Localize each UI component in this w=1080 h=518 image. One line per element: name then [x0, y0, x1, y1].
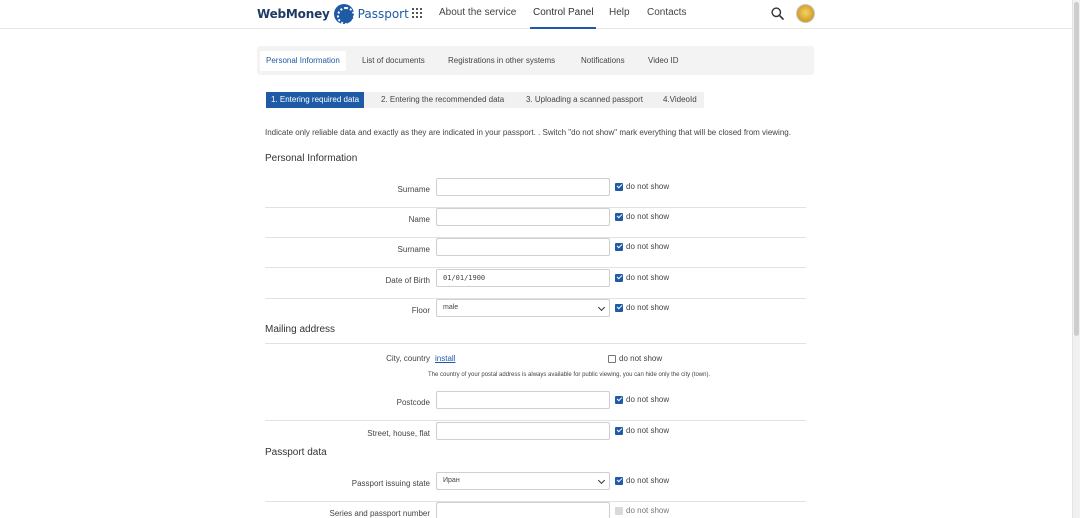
checkbox-unchecked-icon[interactable] [608, 354, 616, 363]
floor-select[interactable]: male [436, 299, 610, 317]
do-not-show-label: do not show [626, 242, 670, 251]
do-not-show-label: do not show [626, 506, 670, 515]
webmoney-logo[interactable]: WebMoney Passport [257, 3, 409, 25]
do-not-show-label: do not show [626, 426, 670, 435]
section-mailing-address: Mailing address [265, 324, 336, 335]
form-row-passport-issuing-state: Passport issuing state Иран do not show [265, 472, 806, 502]
form-row-surname-2: Surname do not show [265, 238, 806, 268]
step-videoid[interactable]: 4.VideoId [663, 92, 697, 108]
section-passport-data: Passport data [265, 447, 327, 458]
form-row-surname: Surname do not show [265, 178, 806, 208]
checkbox-checked-icon[interactable] [615, 395, 623, 404]
tab-list-of-documents[interactable]: List of documents [362, 51, 425, 71]
install-link[interactable]: install [435, 354, 455, 363]
date-of-birth-do-not-show[interactable]: do not show [615, 273, 669, 282]
city-do-not-show[interactable]: do not show [608, 354, 662, 363]
checkbox-checked-icon[interactable] [615, 476, 623, 485]
nav-about[interactable]: About the service [439, 7, 516, 18]
tab-notifications[interactable]: Notifications [581, 51, 625, 71]
step-required-data[interactable]: 1. Entering required data [266, 92, 365, 108]
top-navigation: WebMoney Passport About the service Cont… [0, 0, 1072, 29]
checkbox-checked-icon[interactable] [615, 273, 623, 282]
form-row-postcode: Postcode do not show [265, 391, 806, 421]
do-not-show-label: do not show [626, 476, 670, 485]
date-of-birth-input[interactable]: 01/01/1900 [436, 269, 610, 287]
do-not-show-label: do not show [619, 354, 663, 363]
issuing-state-do-not-show[interactable]: do not show [615, 476, 669, 485]
series-do-not-show[interactable]: do not show [615, 506, 669, 515]
checkbox-checked-icon[interactable] [615, 212, 623, 221]
form-row-name: Name do not show [265, 208, 806, 238]
form-row-floor: Floor male do not show [265, 299, 806, 329]
form-row-street: Street, house, flat do not show [265, 422, 806, 452]
step-progress: 1. Entering required data 2. Entering th… [266, 92, 704, 108]
date-of-birth-label: Date of Birth [385, 276, 430, 285]
postcode-input[interactable] [436, 391, 610, 409]
street-input[interactable] [436, 422, 610, 440]
checkbox-checked-icon[interactable] [615, 426, 623, 435]
globe-icon [333, 4, 354, 24]
street-do-not-show[interactable]: do not show [615, 426, 669, 435]
name-input[interactable] [436, 208, 610, 226]
do-not-show-label: do not show [626, 212, 670, 221]
tab-registrations[interactable]: Registrations in other systems [448, 51, 555, 71]
surname-do-not-show[interactable]: do not show [615, 182, 669, 191]
surname-label: Surname [397, 185, 430, 194]
checkbox-checked-icon[interactable] [615, 182, 623, 191]
section-personal-information: Personal Information [265, 153, 358, 164]
step-recommended-data[interactable]: 2. Entering the recommended data [381, 92, 504, 108]
city-country-label: City, country [386, 354, 430, 363]
postcode-label: Postcode [396, 398, 430, 407]
floor-do-not-show[interactable]: do not show [615, 303, 669, 312]
apps-grid-icon[interactable] [412, 8, 422, 18]
series-number-input[interactable] [436, 502, 610, 518]
step-upload-passport[interactable]: 3. Uploading a scanned passport [526, 92, 643, 108]
checkbox-checked-icon[interactable] [615, 242, 623, 251]
tab-personal-information[interactable]: Personal Information [260, 51, 346, 71]
avatar[interactable] [796, 4, 815, 23]
intro-text: Indicate only reliable data and exactly … [265, 128, 791, 137]
form-row-series-number: Series and passport number do not show [265, 502, 806, 518]
issuing-state-label: Passport issuing state [351, 479, 430, 488]
surname-2-input[interactable] [436, 238, 610, 256]
logo-product: Passport [357, 7, 409, 21]
search-icon[interactable] [771, 7, 784, 20]
series-number-label: Series and passport number [329, 509, 431, 518]
form-row-date-of-birth: Date of Birth 01/01/1900 do not show [265, 269, 806, 299]
nav-help[interactable]: Help [609, 7, 630, 18]
postcode-do-not-show[interactable]: do not show [615, 395, 669, 404]
do-not-show-label: do not show [626, 395, 670, 404]
checkbox-disabled-icon [615, 506, 623, 515]
surname-input[interactable] [436, 178, 610, 196]
street-label: Street, house, flat [367, 429, 430, 438]
do-not-show-label: do not show [626, 273, 670, 282]
tab-video-id[interactable]: Video ID [648, 51, 679, 71]
scrollbar-thumb[interactable] [1074, 2, 1079, 336]
issuing-state-select[interactable]: Иран [436, 472, 610, 490]
nav-control-panel[interactable]: Control Panel [533, 7, 594, 18]
checkbox-checked-icon[interactable] [615, 303, 623, 312]
floor-label: Floor [411, 306, 430, 315]
scrollbar[interactable] [1072, 0, 1080, 518]
nav-contacts[interactable]: Contacts [647, 7, 686, 18]
name-label: Name [408, 215, 430, 224]
do-not-show-label: do not show [626, 182, 670, 191]
do-not-show-label: do not show [626, 303, 670, 312]
surname-2-do-not-show[interactable]: do not show [615, 242, 669, 251]
divider [265, 343, 806, 344]
active-nav-indicator [530, 27, 596, 29]
name-do-not-show[interactable]: do not show [615, 212, 669, 221]
surname-2-label: Surname [397, 245, 430, 254]
logo-text: WebMoney [257, 7, 330, 21]
section-tabs: Personal Information List of documents R… [257, 46, 814, 75]
city-note: The country of your postal address is al… [428, 372, 711, 378]
